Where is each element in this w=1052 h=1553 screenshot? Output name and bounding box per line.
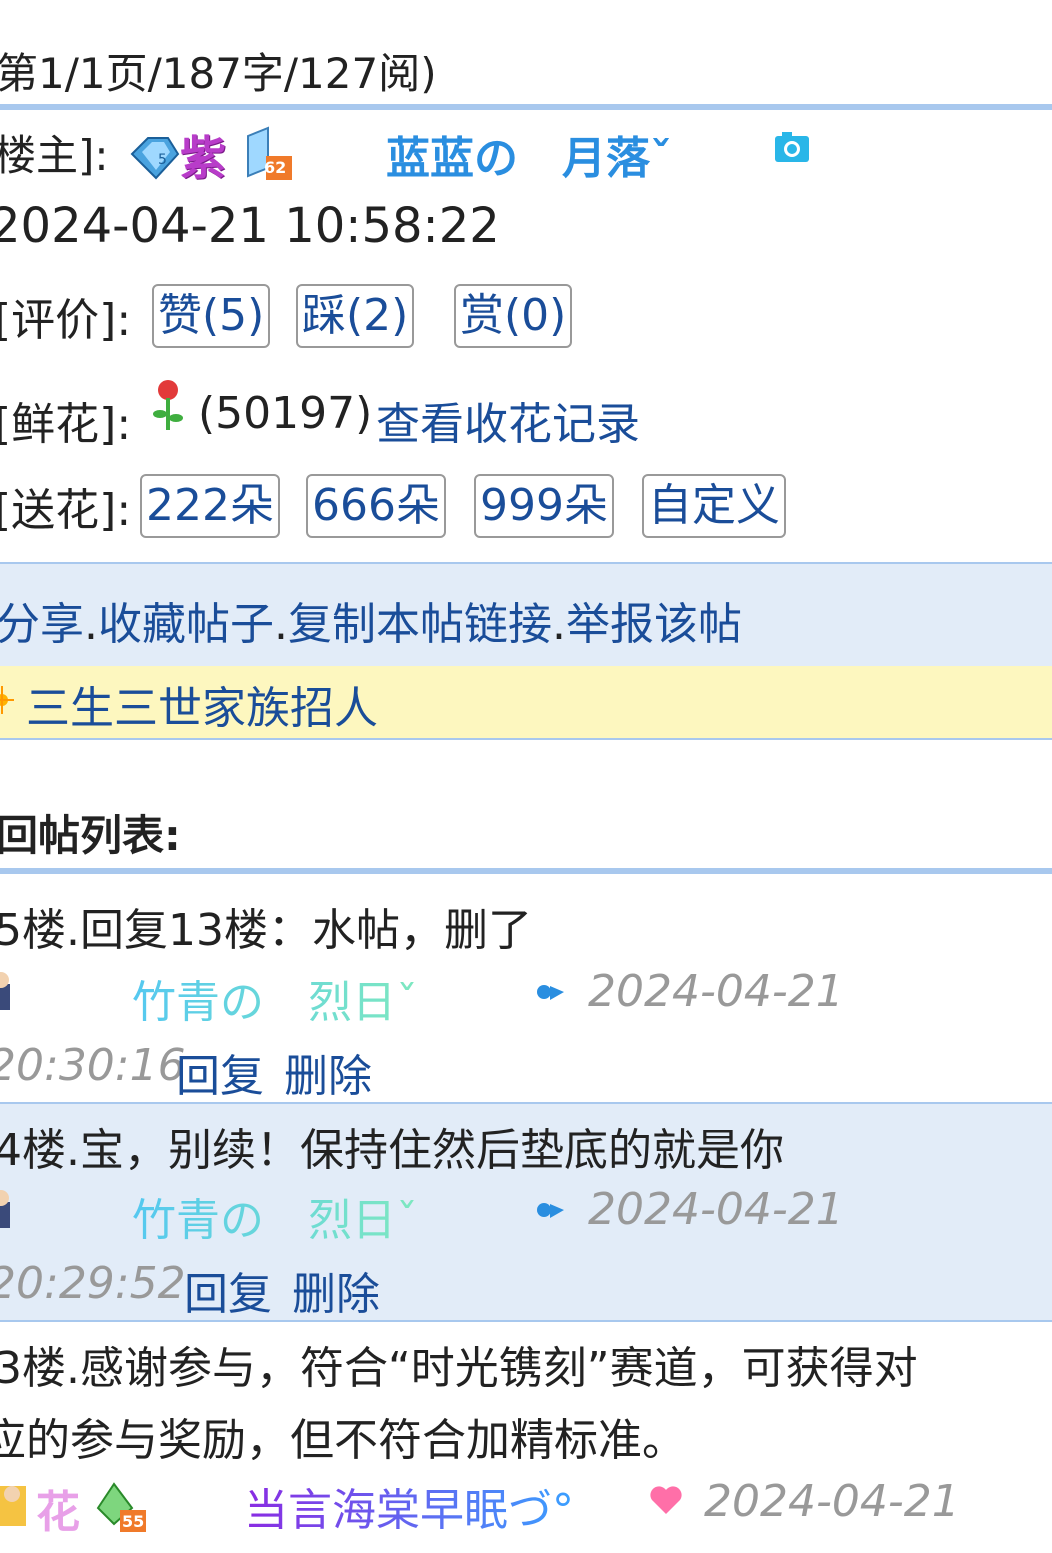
svg-text:5: 5: [158, 152, 167, 168]
arrow-icon: [534, 970, 566, 1021]
reply-content-5: 5楼.回复13楼：水帖，删了: [0, 905, 532, 956]
report-link[interactable]: 举报该帖: [566, 599, 742, 650]
notice-bar: 三生三世家族招人: [0, 666, 1052, 740]
owner-label: 楼主]:: [0, 131, 109, 180]
reply-author-5[interactable]: 竹青の 烈日ˇ: [132, 966, 418, 1030]
rating-row: [评价]: 赞(5) 踩(2) 赏(0): [0, 284, 573, 348]
flowers-label: [鲜花]:: [0, 399, 132, 450]
separator: .: [84, 599, 98, 650]
share-bar: 分享.收藏帖子.复制本帖链接.举报该帖: [0, 562, 1052, 668]
send-custom-button[interactable]: 自定义: [642, 474, 786, 538]
share-link[interactable]: 分享: [0, 599, 84, 650]
send-flowers-label: [送花]:: [0, 485, 132, 536]
view-flower-records-link[interactable]: 查看收花记录: [376, 388, 640, 452]
share-links: 分享.收藏帖子.复制本帖链接.举报该帖: [0, 588, 742, 652]
rating-label: [评价]:: [0, 295, 132, 346]
owner-datetime: 2024-04-21 10:58:22: [0, 198, 500, 254]
separator: .: [552, 599, 566, 650]
avatar-icon: [0, 968, 14, 1035]
page-info: 第1/1页/187字/127阅): [0, 49, 437, 98]
flowers-row: [鲜花]:: [0, 388, 131, 452]
camera-icon[interactable]: [774, 124, 810, 175]
divider: [0, 868, 1052, 874]
like-button[interactable]: 赞(5): [152, 284, 271, 348]
dislike-button[interactable]: 踩(2): [296, 284, 415, 348]
reply-content-4: 4楼.宝，别续！保持住然后垫底的就是你: [0, 1125, 784, 1176]
purple-badge: 紫: [180, 131, 226, 185]
reply-button[interactable]: 回复: [184, 1258, 272, 1322]
reply-time-5: 20:30:16: [0, 1040, 186, 1091]
flower-count: (50197): [198, 388, 373, 439]
flower-badge: 花: [36, 1487, 80, 1538]
rose-icon: [150, 378, 186, 445]
owner-level: 62: [264, 158, 287, 177]
separator: .: [274, 599, 288, 650]
reply-date-3: 2024-04-21: [704, 1476, 960, 1527]
avatar-icon: [0, 1478, 36, 1545]
notice-icon: [0, 678, 18, 733]
heart-icon: [648, 1478, 684, 1529]
send-222-button[interactable]: 222朵: [140, 474, 280, 538]
reply-content-3-line1: 3楼.感谢参与，符合“时光镌刻”赛道，可获得对: [0, 1343, 918, 1394]
arrow-icon: [534, 1188, 566, 1239]
delete-button[interactable]: 删除: [284, 1040, 372, 1104]
reply-button[interactable]: 回复: [176, 1040, 264, 1104]
reply-author-4[interactable]: 竹青の 烈日ˇ: [132, 1184, 418, 1248]
reply-author-3[interactable]: 当言海棠早眠づ°: [244, 1474, 574, 1538]
author-level: 55: [122, 1512, 145, 1531]
send-flowers-row: [送花]: 222朵 666朵 999朵 自定义: [0, 474, 786, 538]
avatar-icon: [0, 1186, 14, 1253]
reply-date-4: 2024-04-21: [588, 1184, 844, 1235]
send-999-button[interactable]: 999朵: [474, 474, 614, 538]
reply-time-4: 20:29:52: [0, 1258, 186, 1309]
owner-name[interactable]: 蓝蓝の 月落ˇ: [386, 122, 672, 186]
delete-button[interactable]: 删除: [292, 1258, 380, 1322]
reply-date-5: 2024-04-21: [588, 966, 844, 1017]
notice-link[interactable]: 三生三世家族招人: [26, 672, 378, 736]
reply-list-title: 回帖列表:: [0, 811, 181, 860]
reply-content-3-line2: 应的参与奖励，但不符合加精标准。: [0, 1415, 686, 1466]
reward-button[interactable]: 赏(0): [454, 284, 573, 348]
favorite-link[interactable]: 收藏帖子: [98, 599, 274, 650]
send-666-button[interactable]: 666朵: [306, 474, 446, 538]
copy-link[interactable]: 复制本帖链接: [288, 599, 552, 650]
divider: [0, 104, 1052, 110]
